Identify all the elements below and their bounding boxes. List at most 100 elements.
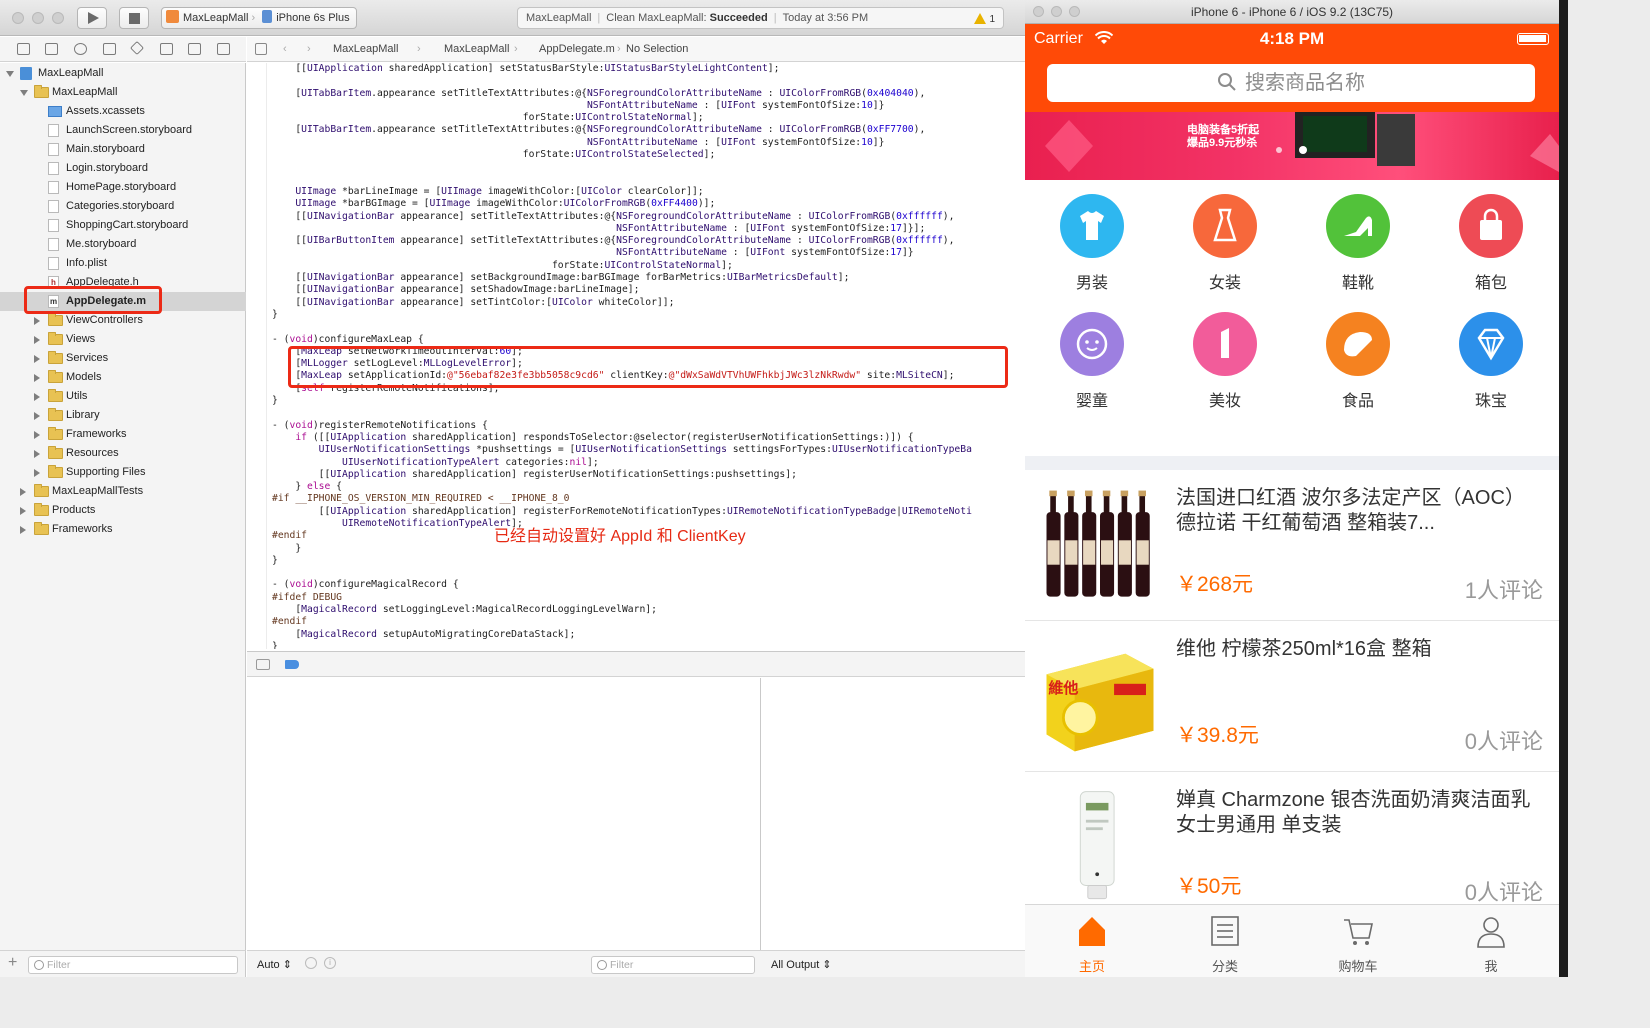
issue-navigator-icon[interactable] bbox=[103, 43, 116, 55]
close-window-button[interactable] bbox=[12, 12, 24, 24]
navigator-item[interactable]: Categories.storyboard bbox=[0, 197, 246, 216]
minimize-window-button[interactable] bbox=[32, 12, 44, 24]
project-navigator-icon[interactable] bbox=[17, 43, 30, 55]
folder-icon bbox=[48, 446, 63, 459]
xcode-toolbar: MaxLeapMall › iPhone 6s Plus MaxLeapMall… bbox=[0, 0, 1025, 36]
tab-item[interactable]: 分类 bbox=[1158, 905, 1292, 977]
category-item[interactable]: 女装 bbox=[1165, 180, 1285, 292]
sim-close-button[interactable] bbox=[1033, 6, 1044, 17]
eye-icon[interactable] bbox=[305, 957, 317, 969]
jumpbar-selection[interactable]: No Selection bbox=[626, 37, 688, 61]
disclosure-closed-icon[interactable] bbox=[34, 450, 40, 458]
warning-badge[interactable]: 1 bbox=[974, 10, 995, 30]
disclosure-closed-icon[interactable] bbox=[34, 374, 40, 382]
category-grid: 男装 女装 鞋靴 箱包婴童 美妆 食品 珠宝 bbox=[1025, 180, 1559, 456]
disclosure-closed-icon[interactable] bbox=[34, 412, 40, 420]
dress-icon bbox=[1193, 194, 1257, 258]
sim-zoom-button[interactable] bbox=[1069, 6, 1080, 17]
navigator-item[interactable]: Main.storyboard bbox=[0, 140, 246, 159]
disclosure-closed-icon[interactable] bbox=[34, 317, 40, 325]
symbol-navigator-icon[interactable] bbox=[45, 43, 58, 55]
navigator-item[interactable]: MaxLeapMallTests bbox=[0, 482, 246, 501]
navigator-filter-input[interactable]: Filter bbox=[28, 956, 238, 974]
scheme-selector[interactable]: MaxLeapMall › iPhone 6s Plus bbox=[161, 7, 357, 29]
navigator-item[interactable]: Views bbox=[0, 330, 246, 349]
navigator-item[interactable]: Services bbox=[0, 349, 246, 368]
sim-minimize-button[interactable] bbox=[1051, 6, 1062, 17]
category-item[interactable]: 美妆 bbox=[1165, 298, 1285, 410]
info-icon[interactable]: i bbox=[324, 957, 336, 969]
navigator-item[interactable]: Library bbox=[0, 406, 246, 425]
navigator-item[interactable]: Models bbox=[0, 368, 246, 387]
breakpoints-toggle-icon[interactable] bbox=[285, 660, 299, 669]
zoom-window-button[interactable] bbox=[52, 12, 64, 24]
category-item[interactable]: 箱包 bbox=[1431, 180, 1551, 292]
disclosure-closed-icon[interactable] bbox=[20, 507, 26, 515]
output-scope-popup[interactable]: All Output ⇕ bbox=[771, 958, 832, 971]
variables-scope-popup[interactable]: Auto ⇕ bbox=[257, 958, 292, 971]
product-item[interactable]: 法国进口红酒 波尔多法定产区（AOC） 德拉诺 干红葡萄酒 整箱装7... ￥26… bbox=[1025, 470, 1559, 621]
debug-navigator-icon[interactable] bbox=[160, 43, 173, 55]
category-item[interactable]: 食品 bbox=[1298, 298, 1418, 410]
category-item[interactable]: 婴童 bbox=[1032, 298, 1152, 410]
category-item[interactable]: 珠宝 bbox=[1431, 298, 1551, 410]
category-item[interactable]: 鞋靴 bbox=[1298, 180, 1418, 292]
folder-icon bbox=[48, 332, 63, 345]
disclosure-closed-icon[interactable] bbox=[34, 336, 40, 344]
promo-banner[interactable]: 电脑装备5折起 爆品9.9元秒杀 bbox=[1025, 112, 1559, 180]
navigator-item[interactable]: Supporting Files bbox=[0, 463, 246, 482]
category-item[interactable]: 男装 bbox=[1032, 180, 1152, 292]
tab-item[interactable]: 我 bbox=[1424, 905, 1558, 977]
jumpbar-file[interactable]: AppDelegate.m bbox=[539, 37, 615, 61]
navigator-item[interactable]: Products bbox=[0, 501, 246, 520]
navigator-item[interactable]: Resources bbox=[0, 444, 246, 463]
tab-item[interactable]: 购物车 bbox=[1291, 905, 1425, 977]
navigator-item[interactable]: MaxLeapMall bbox=[0, 83, 246, 102]
navigator-item[interactable]: Info.plist bbox=[0, 254, 246, 273]
console-view[interactable] bbox=[762, 678, 1025, 950]
navigator-item[interactable]: Frameworks bbox=[0, 520, 246, 539]
jumpbar-project[interactable]: MaxLeapMall bbox=[333, 37, 398, 61]
variables-filter-input[interactable]: Filter bbox=[591, 956, 755, 974]
disclosure-open-icon[interactable] bbox=[20, 90, 28, 96]
navigator-item[interactable]: Utils bbox=[0, 387, 246, 406]
find-navigator-icon[interactable] bbox=[74, 43, 87, 55]
hide-debug-area-icon[interactable] bbox=[256, 659, 270, 670]
navigator-item[interactable]: Login.storyboard bbox=[0, 159, 246, 178]
navigator-item[interactable]: MaxLeapMall bbox=[0, 64, 246, 83]
scheme-project: MaxLeapMall bbox=[183, 12, 249, 24]
forward-icon[interactable]: › bbox=[307, 37, 311, 61]
disclosure-closed-icon[interactable] bbox=[20, 488, 26, 496]
code-line: - (void)configureMagicalRecord { bbox=[272, 579, 459, 591]
variables-view[interactable] bbox=[247, 678, 761, 950]
tab-item[interactable]: 主页 bbox=[1025, 905, 1159, 977]
add-icon[interactable]: + bbox=[8, 954, 17, 972]
editor-gutter[interactable] bbox=[247, 63, 267, 649]
stop-button[interactable] bbox=[119, 7, 149, 29]
disclosure-closed-icon[interactable] bbox=[20, 526, 26, 534]
disclosure-open-icon[interactable] bbox=[6, 71, 14, 77]
navigator-item[interactable]: Me.storyboard bbox=[0, 235, 246, 254]
search-icon bbox=[1218, 73, 1236, 91]
navigator-item[interactable]: LaunchScreen.storyboard bbox=[0, 121, 246, 140]
navigator-item[interactable]: HomePage.storyboard bbox=[0, 178, 246, 197]
report-navigator-icon[interactable] bbox=[217, 43, 230, 55]
selected-file-highlight bbox=[24, 286, 162, 314]
run-button[interactable] bbox=[77, 7, 107, 29]
disclosure-closed-icon[interactable] bbox=[34, 355, 40, 363]
product-item[interactable]: 婵真 Charmzone 银杏洗面奶清爽洁面乳 女士男通用 单支装 ￥50元 0人评… bbox=[1025, 772, 1559, 923]
disclosure-closed-icon[interactable] bbox=[34, 431, 40, 439]
navigator-item[interactable]: Assets.xcassets bbox=[0, 102, 246, 121]
breakpoint-navigator-icon[interactable] bbox=[188, 43, 201, 55]
navigator-item[interactable]: ShoppingCart.storyboard bbox=[0, 216, 246, 235]
jumpbar-group[interactable]: MaxLeapMall bbox=[444, 37, 509, 61]
disclosure-closed-icon[interactable] bbox=[34, 469, 40, 477]
product-item[interactable]: 維他 维他 柠檬茶250ml*16盒 整箱 ￥39.8元 0人评论 bbox=[1025, 621, 1559, 772]
navigator-item[interactable]: Frameworks bbox=[0, 425, 246, 444]
back-icon[interactable]: ‹ bbox=[283, 37, 287, 61]
search-input[interactable]: 搜索商品名称 bbox=[1047, 64, 1535, 102]
disclosure-closed-icon[interactable] bbox=[34, 393, 40, 401]
test-navigator-icon[interactable] bbox=[129, 40, 145, 56]
related-items-icon[interactable] bbox=[255, 43, 267, 55]
